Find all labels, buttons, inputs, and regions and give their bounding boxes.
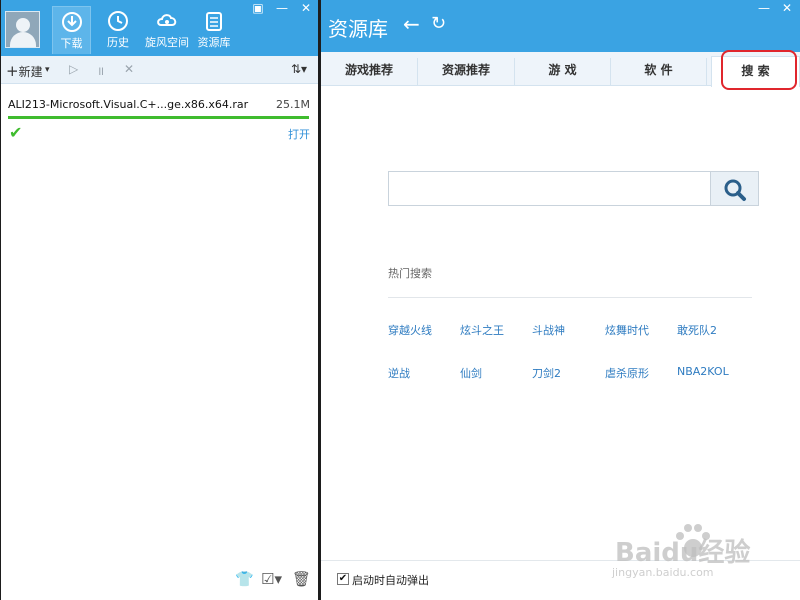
minimize-icon[interactable]: — bbox=[274, 1, 290, 15]
hot-search-item[interactable]: 逆战 bbox=[388, 365, 410, 381]
refresh-icon[interactable]: ↻ bbox=[431, 13, 446, 34]
watermark: Baidu经验 jingyan.baidu.com bbox=[0, 520, 800, 580]
start-icon[interactable]: ▷ bbox=[69, 62, 78, 76]
hot-search-divider bbox=[388, 297, 752, 298]
plus-icon: + bbox=[6, 62, 19, 80]
nav-history-label: 历史 bbox=[107, 36, 129, 49]
tab-software[interactable]: 软 件 bbox=[611, 58, 707, 86]
tab-resource-recommend[interactable]: 资源推荐 bbox=[418, 58, 515, 86]
close-icon[interactable]: ✕ bbox=[298, 1, 314, 15]
sort-icon[interactable]: ⇅▾ bbox=[291, 62, 307, 76]
avatar[interactable] bbox=[5, 11, 40, 48]
checkmark-icon: ✔ bbox=[9, 123, 23, 142]
back-arrow-icon[interactable]: ← bbox=[403, 12, 420, 36]
download-panel-header: 下载 历史 旋风空间 资源库 ▣ — ✕ bbox=[1, 0, 318, 56]
delete-x-icon[interactable]: ✕ bbox=[124, 62, 134, 76]
cloud-space-icon bbox=[157, 14, 177, 26]
download-icon bbox=[61, 12, 82, 32]
resource-library-icon bbox=[206, 12, 222, 31]
hot-search-item[interactable]: 虐杀原形 bbox=[605, 365, 649, 381]
resource-panel-header: 资源库 ← ↻ — ✕ bbox=[321, 0, 800, 52]
history-clock-icon bbox=[108, 11, 128, 31]
pause-icon[interactable]: ॥ bbox=[97, 62, 104, 79]
hot-search-item[interactable]: 穿越火线 bbox=[388, 322, 432, 338]
download-size: 25.1M bbox=[276, 98, 310, 111]
hot-search-item[interactable]: 敢死队2 bbox=[677, 322, 717, 338]
nav-cloud-space-label: 旋风空间 bbox=[145, 36, 189, 49]
hot-search-item[interactable]: 仙剑 bbox=[460, 365, 482, 381]
hot-search-item[interactable]: 斗战神 bbox=[532, 322, 565, 338]
search-button[interactable] bbox=[711, 171, 759, 206]
nav-download-label: 下载 bbox=[60, 37, 83, 50]
download-item[interactable]: ALI213-Microsoft.Visual.C+...ge.x86.x64.… bbox=[1, 90, 318, 146]
highlight-ring bbox=[721, 50, 797, 90]
hot-search-title: 热门搜索 bbox=[388, 267, 432, 280]
hot-search-item[interactable]: NBA2KOL bbox=[677, 365, 729, 378]
download-toolbar: +新建 ▾ ▷ ॥ ✕ ⇅▾ bbox=[1, 56, 318, 84]
tab-games[interactable]: 游 戏 bbox=[515, 58, 611, 86]
nav-cloud-space[interactable]: 旋风空间 bbox=[144, 6, 190, 54]
right-close-icon[interactable]: ✕ bbox=[779, 1, 795, 15]
new-task-dropdown-icon[interactable]: ▾ bbox=[45, 65, 50, 75]
search-icon bbox=[724, 179, 746, 201]
nav-history[interactable]: 历史 bbox=[99, 6, 137, 54]
hot-search-item[interactable]: 炫舞时代 bbox=[605, 322, 649, 338]
resource-panel: 资源库 ← ↻ — ✕ 游戏推荐 资源推荐 游 戏 软 件 搜 索 热门搜索 穿… bbox=[321, 0, 800, 600]
tab-game-recommend[interactable]: 游戏推荐 bbox=[321, 58, 418, 86]
hot-search-item[interactable]: 炫斗之王 bbox=[460, 322, 504, 338]
new-task-label: 新建 bbox=[18, 65, 43, 79]
watermark-url: jingyan.baidu.com bbox=[612, 566, 714, 579]
nav-resource-library-label: 资源库 bbox=[197, 36, 231, 49]
hot-search-item[interactable]: 刀剑2 bbox=[532, 365, 561, 381]
open-file-link[interactable]: 打开 bbox=[288, 126, 310, 142]
nav-download[interactable]: 下载 bbox=[52, 6, 91, 54]
search-input[interactable] bbox=[388, 171, 711, 206]
watermark-brand: Baidu经验 bbox=[615, 538, 751, 568]
download-progress-bar bbox=[8, 116, 309, 119]
download-panel: 下载 历史 旋风空间 资源库 ▣ — ✕ +新建 ▾ ▷ ॥ ✕ ⇅▾ ALI2… bbox=[1, 0, 318, 600]
nav-resource-library[interactable]: 资源库 bbox=[194, 6, 234, 54]
download-filename: ALI213-Microsoft.Visual.C+...ge.x86.x64.… bbox=[8, 98, 249, 111]
skin-icon[interactable]: ▣ bbox=[250, 1, 266, 15]
right-minimize-icon[interactable]: — bbox=[756, 1, 772, 15]
new-task-button[interactable]: +新建 bbox=[6, 62, 43, 80]
resource-panel-title: 资源库 bbox=[328, 17, 388, 41]
